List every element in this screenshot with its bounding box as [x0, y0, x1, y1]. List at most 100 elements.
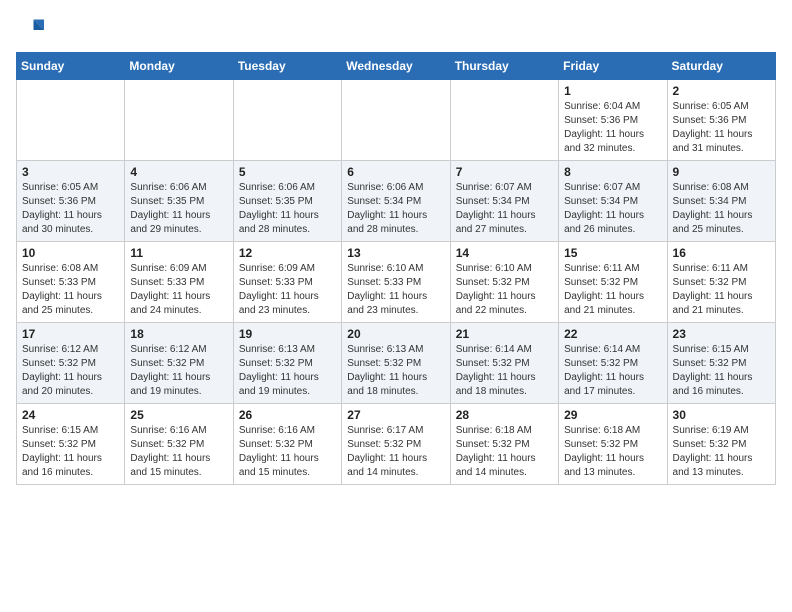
- calendar-cell: 11 Sunrise: 6:09 AM Sunset: 5:33 PM Dayli…: [125, 242, 233, 323]
- calendar-table: SundayMondayTuesdayWednesdayThursdayFrid…: [16, 52, 776, 485]
- calendar-cell: 15 Sunrise: 6:11 AM Sunset: 5:32 PM Dayli…: [559, 242, 667, 323]
- day-info: Sunrise: 6:10 AM Sunset: 5:32 PM Dayligh…: [456, 262, 553, 318]
- day-number: 11: [130, 246, 227, 260]
- day-info: Sunrise: 6:16 AM Sunset: 5:32 PM Dayligh…: [130, 424, 227, 480]
- day-number: 30: [673, 408, 770, 422]
- day-number: 5: [239, 165, 336, 179]
- weekday-header-tuesday: Tuesday: [233, 53, 341, 80]
- day-number: 9: [673, 165, 770, 179]
- calendar-cell: 3Sunrise: 6:05 AM Sunset: 5:36 PM Daylig…: [17, 161, 125, 242]
- calendar-cell: 9 Sunrise: 6:08 AM Sunset: 5:34 PM Daylig…: [667, 161, 775, 242]
- day-info: Sunrise: 6:11 AM Sunset: 5:32 PM Dayligh…: [564, 262, 661, 318]
- calendar-cell: 20 Sunrise: 6:13 AM Sunset: 5:32 PM Dayli…: [342, 323, 450, 404]
- calendar-cell: 6 Sunrise: 6:06 AM Sunset: 5:34 PM Daylig…: [342, 161, 450, 242]
- calendar-cell: 23Sunrise: 6:15 AM Sunset: 5:32 PM Dayli…: [667, 323, 775, 404]
- day-number: 6: [347, 165, 444, 179]
- weekday-header-monday: Monday: [125, 53, 233, 80]
- day-number: 25: [130, 408, 227, 422]
- page-header: [16, 16, 776, 44]
- calendar-cell: [450, 80, 558, 161]
- calendar-cell: 13 Sunrise: 6:10 AM Sunset: 5:33 PM Dayli…: [342, 242, 450, 323]
- weekday-header-saturday: Saturday: [667, 53, 775, 80]
- day-number: 10: [22, 246, 119, 260]
- day-info: Sunrise: 6:15 AM Sunset: 5:32 PM Dayligh…: [673, 343, 770, 399]
- day-number: 7: [456, 165, 553, 179]
- day-info: Sunrise: 6:14 AM Sunset: 5:32 PM Dayligh…: [456, 343, 553, 399]
- calendar-cell: 4 Sunrise: 6:06 AM Sunset: 5:35 PM Daylig…: [125, 161, 233, 242]
- calendar-cell: 12 Sunrise: 6:09 AM Sunset: 5:33 PM Dayli…: [233, 242, 341, 323]
- calendar-cell: 7 Sunrise: 6:07 AM Sunset: 5:34 PM Daylig…: [450, 161, 558, 242]
- day-number: 20: [347, 327, 444, 341]
- calendar-cell: [125, 80, 233, 161]
- calendar-body: 1 Sunrise: 6:04 AM Sunset: 5:36 PM Daylig…: [17, 80, 776, 485]
- calendar-cell: [342, 80, 450, 161]
- day-info: Sunrise: 6:07 AM Sunset: 5:34 PM Dayligh…: [456, 181, 553, 237]
- day-info: Sunrise: 6:15 AM Sunset: 5:32 PM Dayligh…: [22, 424, 119, 480]
- calendar-cell: 8Sunrise: 6:07 AM Sunset: 5:34 PM Daylig…: [559, 161, 667, 242]
- day-number: 8: [564, 165, 661, 179]
- calendar-week-row: 17 Sunrise: 6:12 AM Sunset: 5:32 PM Dayli…: [17, 323, 776, 404]
- calendar-cell: 22 Sunrise: 6:14 AM Sunset: 5:32 PM Dayli…: [559, 323, 667, 404]
- day-number: 28: [456, 408, 553, 422]
- day-info: Sunrise: 6:12 AM Sunset: 5:32 PM Dayligh…: [22, 343, 119, 399]
- day-number: 24: [22, 408, 119, 422]
- day-number: 1: [564, 84, 661, 98]
- day-number: 29: [564, 408, 661, 422]
- day-number: 27: [347, 408, 444, 422]
- calendar-cell: 1 Sunrise: 6:04 AM Sunset: 5:36 PM Daylig…: [559, 80, 667, 161]
- day-info: Sunrise: 6:09 AM Sunset: 5:33 PM Dayligh…: [130, 262, 227, 318]
- day-number: 14: [456, 246, 553, 260]
- day-info: Sunrise: 6:14 AM Sunset: 5:32 PM Dayligh…: [564, 343, 661, 399]
- calendar-cell: [17, 80, 125, 161]
- calendar-cell: 14 Sunrise: 6:10 AM Sunset: 5:32 PM Dayli…: [450, 242, 558, 323]
- day-number: 19: [239, 327, 336, 341]
- weekday-header-friday: Friday: [559, 53, 667, 80]
- day-info: Sunrise: 6:16 AM Sunset: 5:32 PM Dayligh…: [239, 424, 336, 480]
- day-info: Sunrise: 6:10 AM Sunset: 5:33 PM Dayligh…: [347, 262, 444, 318]
- day-number: 16: [673, 246, 770, 260]
- calendar-cell: 25 Sunrise: 6:16 AM Sunset: 5:32 PM Dayli…: [125, 404, 233, 485]
- day-info: Sunrise: 6:12 AM Sunset: 5:32 PM Dayligh…: [130, 343, 227, 399]
- day-info: Sunrise: 6:06 AM Sunset: 5:34 PM Dayligh…: [347, 181, 444, 237]
- day-info: Sunrise: 6:05 AM Sunset: 5:36 PM Dayligh…: [673, 100, 770, 156]
- day-info: Sunrise: 6:08 AM Sunset: 5:33 PM Dayligh…: [22, 262, 119, 318]
- calendar-cell: 29 Sunrise: 6:18 AM Sunset: 5:32 PM Dayli…: [559, 404, 667, 485]
- day-info: Sunrise: 6:17 AM Sunset: 5:32 PM Dayligh…: [347, 424, 444, 480]
- calendar-week-row: 10 Sunrise: 6:08 AM Sunset: 5:33 PM Dayli…: [17, 242, 776, 323]
- calendar-week-row: 24 Sunrise: 6:15 AM Sunset: 5:32 PM Dayli…: [17, 404, 776, 485]
- weekday-header-sunday: Sunday: [17, 53, 125, 80]
- calendar-cell: 28 Sunrise: 6:18 AM Sunset: 5:32 PM Dayli…: [450, 404, 558, 485]
- calendar-cell: 30Sunrise: 6:19 AM Sunset: 5:32 PM Dayli…: [667, 404, 775, 485]
- day-number: 17: [22, 327, 119, 341]
- day-number: 21: [456, 327, 553, 341]
- calendar-cell: 16 Sunrise: 6:11 AM Sunset: 5:32 PM Dayli…: [667, 242, 775, 323]
- day-number: 26: [239, 408, 336, 422]
- calendar-cell: [233, 80, 341, 161]
- logo-icon: [16, 16, 44, 44]
- day-number: 15: [564, 246, 661, 260]
- calendar-cell: 24 Sunrise: 6:15 AM Sunset: 5:32 PM Dayli…: [17, 404, 125, 485]
- day-info: Sunrise: 6:08 AM Sunset: 5:34 PM Dayligh…: [673, 181, 770, 237]
- calendar-cell: 19Sunrise: 6:13 AM Sunset: 5:32 PM Dayli…: [233, 323, 341, 404]
- day-info: Sunrise: 6:06 AM Sunset: 5:35 PM Dayligh…: [130, 181, 227, 237]
- calendar-cell: 5Sunrise: 6:06 AM Sunset: 5:35 PM Daylig…: [233, 161, 341, 242]
- calendar-cell: 26 Sunrise: 6:16 AM Sunset: 5:32 PM Dayli…: [233, 404, 341, 485]
- weekday-header-thursday: Thursday: [450, 53, 558, 80]
- calendar-cell: 27 Sunrise: 6:17 AM Sunset: 5:32 PM Dayli…: [342, 404, 450, 485]
- day-info: Sunrise: 6:09 AM Sunset: 5:33 PM Dayligh…: [239, 262, 336, 318]
- calendar-week-row: 3Sunrise: 6:05 AM Sunset: 5:36 PM Daylig…: [17, 161, 776, 242]
- calendar-cell: 2Sunrise: 6:05 AM Sunset: 5:36 PM Daylig…: [667, 80, 775, 161]
- day-info: Sunrise: 6:18 AM Sunset: 5:32 PM Dayligh…: [564, 424, 661, 480]
- day-number: 12: [239, 246, 336, 260]
- day-info: Sunrise: 6:11 AM Sunset: 5:32 PM Dayligh…: [673, 262, 770, 318]
- calendar-cell: 21 Sunrise: 6:14 AM Sunset: 5:32 PM Dayli…: [450, 323, 558, 404]
- day-number: 4: [130, 165, 227, 179]
- day-number: 18: [130, 327, 227, 341]
- day-number: 13: [347, 246, 444, 260]
- day-number: 22: [564, 327, 661, 341]
- day-info: Sunrise: 6:04 AM Sunset: 5:36 PM Dayligh…: [564, 100, 661, 156]
- weekday-header-row: SundayMondayTuesdayWednesdayThursdayFrid…: [17, 53, 776, 80]
- calendar-cell: 18 Sunrise: 6:12 AM Sunset: 5:32 PM Dayli…: [125, 323, 233, 404]
- day-info: Sunrise: 6:13 AM Sunset: 5:32 PM Dayligh…: [347, 343, 444, 399]
- day-info: Sunrise: 6:18 AM Sunset: 5:32 PM Dayligh…: [456, 424, 553, 480]
